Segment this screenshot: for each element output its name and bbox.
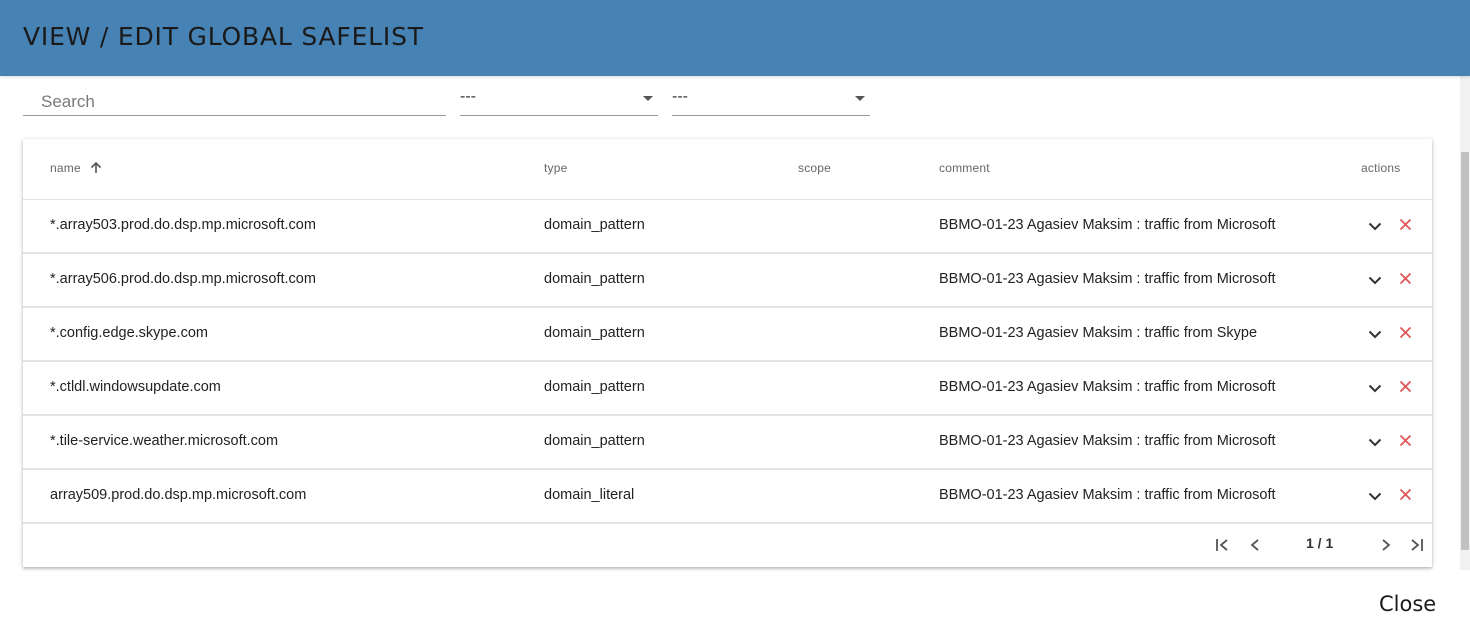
chevron-right-icon[interactable]: [1376, 535, 1396, 555]
cell-name: array509.prod.do.dsp.mp.microsoft.com: [50, 487, 307, 503]
cell-name: *.config.edge.skype.com: [50, 325, 208, 341]
safelist-dialog: VIEW / EDIT GLOBAL SAFELIST type --- sco…: [0, 0, 1470, 638]
cell-comment: BBMO-01-23 Agasiev Maksim : traffic from…: [939, 487, 1276, 503]
chevron-down-icon[interactable]: [1366, 271, 1384, 289]
cell-type: domain_pattern: [544, 325, 645, 341]
table-body: *.array503.prod.do.dsp.mp.microsoft.com …: [23, 200, 1432, 524]
column-header-name[interactable]: name: [50, 161, 102, 177]
cell-type: domain_pattern: [544, 271, 645, 287]
dialog-title: VIEW / EDIT GLOBAL SAFELIST: [23, 22, 424, 51]
chevron-down-icon[interactable]: [1366, 487, 1384, 505]
pagination: 1 / 1: [23, 523, 1432, 567]
search-input[interactable]: [23, 88, 446, 116]
chevron-left-icon[interactable]: [1245, 535, 1265, 555]
safelist-table: name type scope comment actions *.array5…: [23, 139, 1432, 567]
cell-comment: BBMO-01-23 Agasiev Maksim : traffic from…: [939, 379, 1276, 395]
close-button[interactable]: Close: [1379, 592, 1436, 616]
table-row: *.ctldl.windowsupdate.com domain_pattern…: [23, 362, 1432, 416]
cell-name: *.array506.prod.do.dsp.mp.microsoft.com: [50, 271, 316, 287]
cell-name: *.array503.prod.do.dsp.mp.microsoft.com: [50, 217, 316, 233]
cell-type: domain_pattern: [544, 217, 645, 233]
delete-icon[interactable]: [1396, 485, 1414, 503]
scrollbar[interactable]: [1460, 76, 1470, 570]
caret-down-icon: [643, 96, 653, 101]
dialog-header: VIEW / EDIT GLOBAL SAFELIST: [0, 0, 1470, 76]
caret-down-icon: [855, 96, 865, 101]
cell-name: *.ctldl.windowsupdate.com: [50, 379, 221, 395]
column-header-actions: actions: [1361, 161, 1401, 175]
column-header-scope[interactable]: scope: [798, 161, 831, 175]
delete-icon[interactable]: [1396, 431, 1414, 449]
delete-icon[interactable]: [1396, 377, 1414, 395]
scope-select[interactable]: ---: [672, 84, 870, 116]
column-header-type[interactable]: type: [544, 161, 567, 175]
type-select[interactable]: ---: [460, 84, 658, 116]
column-header-name-label: name: [50, 161, 81, 175]
scope-select-value: ---: [672, 88, 688, 105]
table-row: *.config.edge.skype.com domain_pattern B…: [23, 308, 1432, 362]
last-page-icon[interactable]: [1406, 535, 1426, 555]
cell-type: domain_literal: [544, 487, 635, 503]
table-row: array509.prod.do.dsp.mp.microsoft.com do…: [23, 470, 1432, 524]
cell-comment: BBMO-01-23 Agasiev Maksim : traffic from…: [939, 433, 1276, 449]
delete-icon[interactable]: [1396, 215, 1414, 233]
delete-icon[interactable]: [1396, 323, 1414, 341]
cell-comment: BBMO-01-23 Agasiev Maksim : traffic from…: [939, 271, 1276, 287]
chevron-down-icon[interactable]: [1366, 217, 1384, 235]
delete-icon[interactable]: [1396, 269, 1414, 287]
table-header: name type scope comment actions: [23, 139, 1432, 200]
cell-name: *.tile-service.weather.microsoft.com: [50, 433, 279, 449]
table-row: *.array506.prod.do.dsp.mp.microsoft.com …: [23, 254, 1432, 308]
cell-comment: BBMO-01-23 Agasiev Maksim : traffic from…: [939, 325, 1258, 341]
table-row: *.tile-service.weather.microsoft.com dom…: [23, 416, 1432, 470]
arrow-up-icon: [90, 161, 102, 177]
scrollbar-thumb[interactable]: [1461, 152, 1469, 550]
cell-comment: BBMO-01-23 Agasiev Maksim : traffic from…: [939, 217, 1276, 233]
table-row: *.array503.prod.do.dsp.mp.microsoft.com …: [23, 200, 1432, 254]
type-select-value: ---: [460, 88, 476, 105]
cell-type: domain_pattern: [544, 433, 645, 449]
column-header-comment[interactable]: comment: [939, 161, 990, 175]
chevron-down-icon[interactable]: [1366, 379, 1384, 397]
cell-type: domain_pattern: [544, 379, 645, 395]
first-page-icon[interactable]: [1213, 535, 1233, 555]
chevron-down-icon[interactable]: [1366, 325, 1384, 343]
chevron-down-icon[interactable]: [1366, 433, 1384, 451]
page-indicator: 1 / 1: [1306, 535, 1334, 551]
